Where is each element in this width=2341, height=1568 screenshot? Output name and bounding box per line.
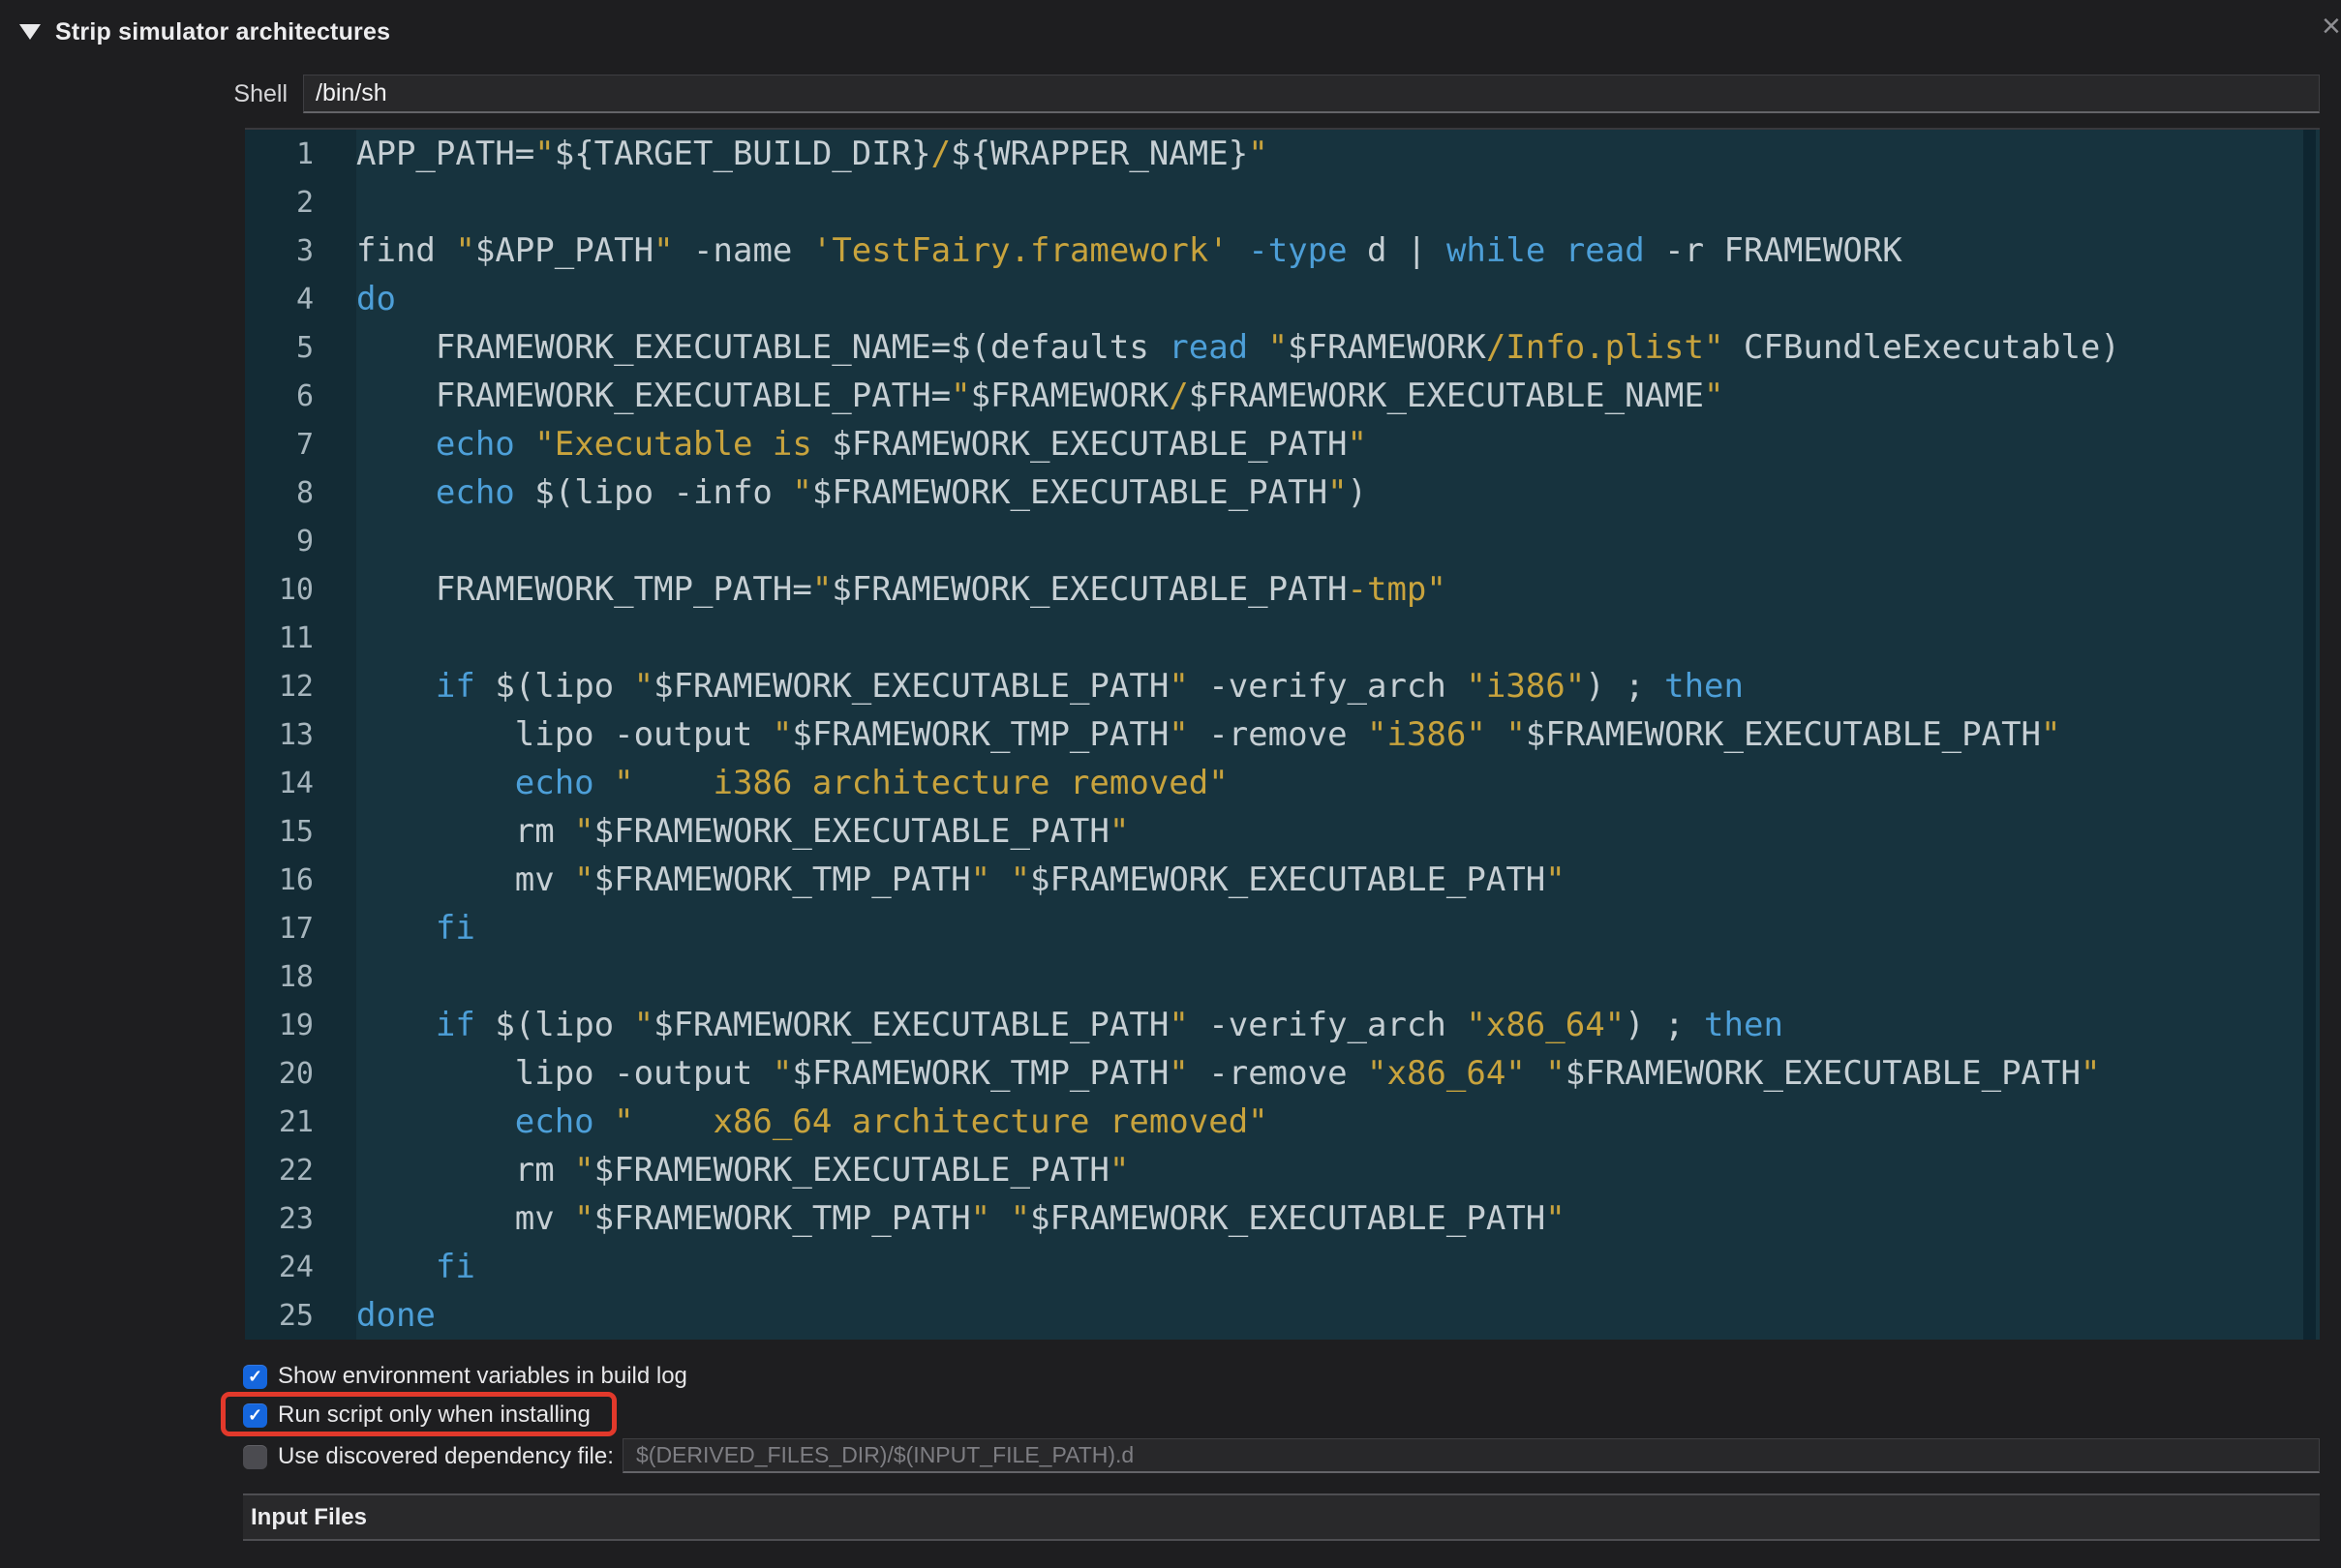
option-label-run-only-when-installing: Run script only when installing <box>278 1402 591 1428</box>
script-editor[interactable]: 1 APP_PATH="${TARGET_BUILD_DIR}/${WRAPPER… <box>245 128 2320 1340</box>
checkbox-run-only-when-installing[interactable]: ✓ <box>243 1402 267 1428</box>
line-number: 11 <box>278 620 314 655</box>
line-number: 13 <box>278 717 314 752</box>
code-line: 25 done <box>245 1291 2320 1340</box>
code-lines: 1 APP_PATH="${TARGET_BUILD_DIR}/${WRAPPER… <box>245 130 2320 1340</box>
line-number: 17 <box>278 911 314 946</box>
line-number: 19 <box>278 1008 314 1042</box>
option-show-env-vars[interactable]: ✓ Show environment variables in build lo… <box>243 1363 687 1390</box>
code-line: 20 lipo -output "$FRAMEWORK_TMP_PATH" -r… <box>245 1049 2320 1098</box>
code-line: 9 <box>245 517 2320 565</box>
code-line: 8 echo $(lipo -info "$FRAMEWORK_EXECUTAB… <box>245 468 2320 517</box>
check-icon: ✓ <box>247 1405 263 1425</box>
code-line: 2 <box>245 178 2320 226</box>
code-text: if $(lipo "$FRAMEWORK_EXECUTABLE_PATH" -… <box>435 1006 1783 1044</box>
code-line: 6 FRAMEWORK_EXECUTABLE_PATH="$FRAMEWORK/… <box>245 372 2320 420</box>
code-line: 11 <box>245 614 2320 662</box>
checkbox-show-env-vars[interactable]: ✓ <box>243 1364 267 1389</box>
line-number: 12 <box>278 669 314 704</box>
option-label-use-dependency-file: Use discovered dependency file: <box>278 1443 614 1469</box>
line-number: 2 <box>295 185 314 220</box>
line-number: 4 <box>295 282 314 317</box>
code-line: 23 mv "$FRAMEWORK_TMP_PATH" "$FRAMEWORK_… <box>245 1194 2320 1243</box>
line-number: 18 <box>278 959 314 994</box>
code-line: 16 mv "$FRAMEWORK_TMP_PATH" "$FRAMEWORK_… <box>245 856 2320 904</box>
disclosure-triangle-icon[interactable] <box>19 24 41 40</box>
code-text: mv "$FRAMEWORK_TMP_PATH" "$FRAMEWORK_EXE… <box>356 860 1566 899</box>
line-number: 8 <box>295 475 314 510</box>
line-number: 10 <box>278 572 314 607</box>
code-text: if $(lipo "$FRAMEWORK_EXECUTABLE_PATH" -… <box>435 667 1744 706</box>
code-line: 14 echo " i386 architecture removed" <box>245 759 2320 807</box>
line-number: 7 <box>295 427 314 462</box>
code-text: FRAMEWORK_TMP_PATH="$FRAMEWORK_EXECUTABL… <box>356 570 1446 609</box>
build-phase-title: Strip simulator architectures <box>55 18 391 45</box>
line-number: 23 <box>278 1201 314 1236</box>
input-files-title: Input Files <box>251 1503 367 1530</box>
line-number: 5 <box>295 330 314 365</box>
line-number: 24 <box>278 1250 314 1284</box>
line-number: 21 <box>278 1104 314 1139</box>
code-text: mv "$FRAMEWORK_TMP_PATH" "$FRAMEWORK_EXE… <box>356 1199 1566 1238</box>
code-line: 22 rm "$FRAMEWORK_EXECUTABLE_PATH" <box>245 1146 2320 1194</box>
code-line: 24 fi <box>245 1243 2320 1291</box>
code-text: rm "$FRAMEWORK_EXECUTABLE_PATH" <box>356 812 1130 851</box>
line-number: 15 <box>278 814 314 849</box>
code-line: 5 FRAMEWORK_EXECUTABLE_NAME=$(defaults r… <box>245 323 2320 372</box>
code-text: APP_PATH="${TARGET_BUILD_DIR}/${WRAPPER_… <box>356 135 1268 173</box>
code-text: rm "$FRAMEWORK_EXECUTABLE_PATH" <box>356 1151 1130 1190</box>
code-line: 10 FRAMEWORK_TMP_PATH="$FRAMEWORK_EXECUT… <box>245 565 2320 614</box>
code-text: do <box>356 280 396 318</box>
option-label-show-env-vars: Show environment variables in build log <box>278 1363 687 1389</box>
code-line: 12 if $(lipo "$FRAMEWORK_EXECUTABLE_PATH… <box>245 662 2320 710</box>
code-line: 3 find "$APP_PATH" -name 'TestFairy.frame… <box>245 226 2320 275</box>
code-line: 1 APP_PATH="${TARGET_BUILD_DIR}/${WRAPPER… <box>245 130 2320 178</box>
code-line: 4 do <box>245 275 2320 323</box>
input-files-section-header[interactable]: Input Files <box>243 1493 2320 1541</box>
line-number: 9 <box>295 524 314 558</box>
code-text: FRAMEWORK_EXECUTABLE_NAME=$(defaults rea… <box>356 328 2120 367</box>
shell-label: Shell <box>233 80 288 107</box>
code-line: 17 fi <box>245 904 2320 952</box>
check-icon: ✓ <box>247 1367 263 1386</box>
code-line: 15 rm "$FRAMEWORK_EXECUTABLE_PATH" <box>245 807 2320 856</box>
line-number: 20 <box>278 1056 314 1091</box>
code-line: 13 lipo -output "$FRAMEWORK_TMP_PATH" -r… <box>245 710 2320 759</box>
line-number: 3 <box>295 233 314 268</box>
code-text: find "$APP_PATH" -name 'TestFairy.framew… <box>356 231 1902 270</box>
code-line: 18 <box>245 952 2320 1001</box>
code-text: echo " x86_64 architecture removed" <box>514 1102 1268 1141</box>
dependency-file-input[interactable]: $(DERIVED_FILES_DIR)/$(INPUT_FILE_PATH).… <box>623 1438 2320 1473</box>
code-text: fi <box>435 909 475 948</box>
close-icon[interactable]: × <box>2322 10 2341 43</box>
option-use-dependency-file[interactable]: ✓ Use discovered dependency file: <box>243 1443 614 1470</box>
code-line: 19 if $(lipo "$FRAMEWORK_EXECUTABLE_PATH… <box>245 1001 2320 1049</box>
code-text: lipo -output "$FRAMEWORK_TMP_PATH" -remo… <box>356 715 2061 754</box>
code-text: lipo -output "$FRAMEWORK_TMP_PATH" -remo… <box>356 1054 2101 1093</box>
shell-input[interactable]: /bin/sh <box>303 75 2320 113</box>
code-text: echo " i386 architecture removed" <box>514 764 1229 802</box>
code-line: 7 echo "Executable is $FRAMEWORK_EXECUTA… <box>245 420 2320 468</box>
code-text: echo $(lipo -info "$FRAMEWORK_EXECUTABLE… <box>435 473 1368 512</box>
code-line: 21 echo " x86_64 architecture removed" <box>245 1098 2320 1146</box>
code-text: done <box>356 1296 436 1335</box>
checkbox-use-dependency-file[interactable]: ✓ <box>243 1444 267 1469</box>
code-text: fi <box>435 1248 475 1286</box>
code-text: echo "Executable is $FRAMEWORK_EXECUTABL… <box>435 425 1368 464</box>
line-number: 14 <box>278 766 314 800</box>
code-text: FRAMEWORK_EXECUTABLE_PATH="$FRAMEWORK/$F… <box>356 377 1724 415</box>
line-number: 25 <box>278 1298 314 1333</box>
line-number: 6 <box>295 378 314 413</box>
line-number: 16 <box>278 862 314 897</box>
line-number: 22 <box>278 1153 314 1188</box>
line-number: 1 <box>295 136 314 171</box>
option-run-only-when-installing[interactable]: ✓ Run script only when installing <box>243 1402 591 1429</box>
